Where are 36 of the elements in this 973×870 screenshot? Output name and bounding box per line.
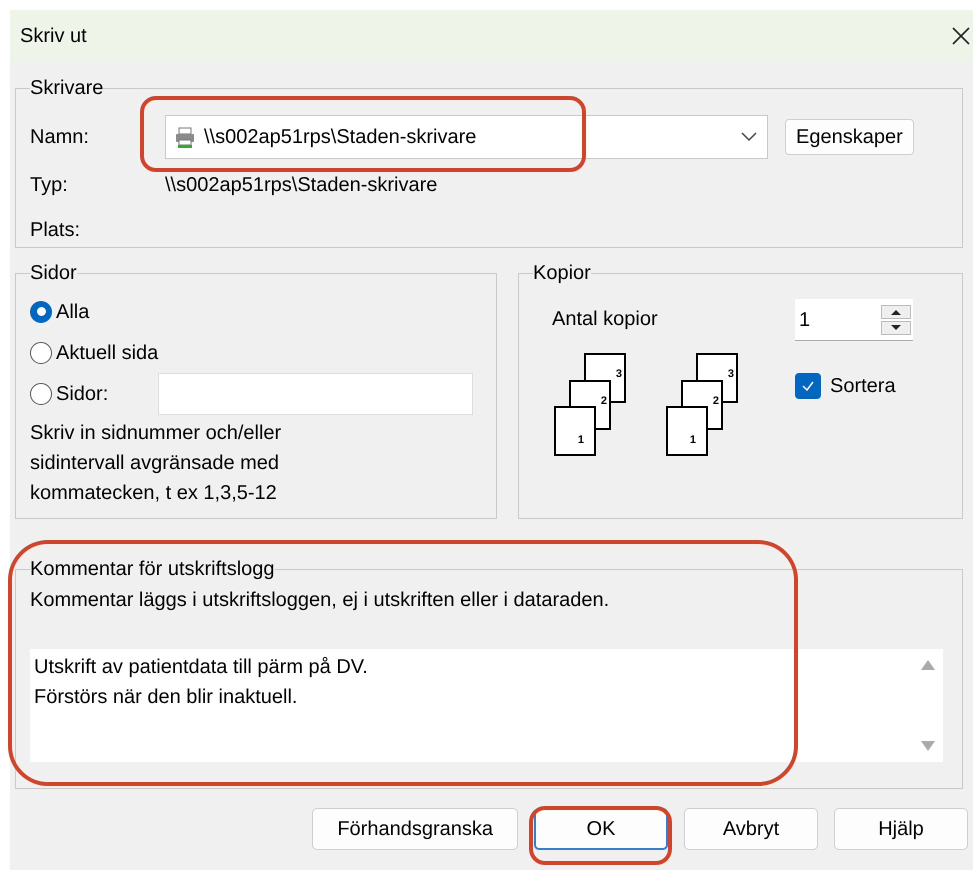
comment-field[interactable]: Utskrift av patientdata till pärm på DV. Förstörs när den blir inaktuell. (30, 649, 913, 762)
page-range-field[interactable] (158, 372, 474, 414)
dialog-button[interactable]: OK (534, 808, 668, 850)
scrollbar[interactable] (913, 649, 943, 762)
radio-option[interactable]: Alla (30, 296, 90, 326)
radio-option[interactable]: Sidor: (30, 378, 108, 408)
group-label: Kopior (533, 261, 591, 285)
close-icon[interactable] (951, 26, 971, 46)
collate-checkbox[interactable]: Sortera (795, 371, 913, 401)
group-label: Kommentar för utskriftslogg (30, 557, 275, 581)
printer-type: \\s002ap51rps\Staden-skrivare (165, 173, 438, 198)
printer-dropdown[interactable]: \\s002ap51rps\Staden-skrivare (165, 115, 768, 159)
page-sheet: 1 (554, 406, 596, 456)
chevron-down-icon (741, 132, 757, 142)
field-label: Typ: (30, 173, 69, 198)
window-title: Skriv ut (20, 24, 87, 49)
dialog-button[interactable]: Hjälp (834, 808, 968, 850)
spin-up-icon[interactable] (881, 304, 911, 318)
range-hint: Skriv in sidnummer och/eller sidintervall avgränsade med kommatecken, t ex 1,3,5-12 (30, 421, 282, 506)
group-label: Skrivare (30, 76, 104, 100)
properties-button[interactable]: Egenskaper (785, 119, 914, 155)
field-label: Antal kopior (552, 307, 659, 332)
field-label: Plats: (30, 218, 80, 243)
printer-icon (174, 126, 196, 148)
copies-spinner[interactable]: 1 (795, 299, 913, 341)
radio-option[interactable]: Aktuell sida (30, 338, 158, 368)
page-sheet: 1 (666, 406, 708, 456)
spin-down-icon[interactable] (881, 320, 911, 334)
scroll-down-icon[interactable] (920, 740, 936, 752)
dialog-button[interactable]: Förhandsgranska (312, 808, 518, 850)
field-label: Namn: (30, 125, 90, 150)
checkmark-icon (801, 380, 815, 392)
dialog-button[interactable]: Avbryt (684, 808, 818, 850)
group-label: Sidor (30, 261, 77, 285)
scroll-up-icon[interactable] (920, 659, 936, 671)
comment-description: Kommentar läggs i utskriftsloggen, ej i utskriften eller i dataraden. (30, 588, 610, 613)
